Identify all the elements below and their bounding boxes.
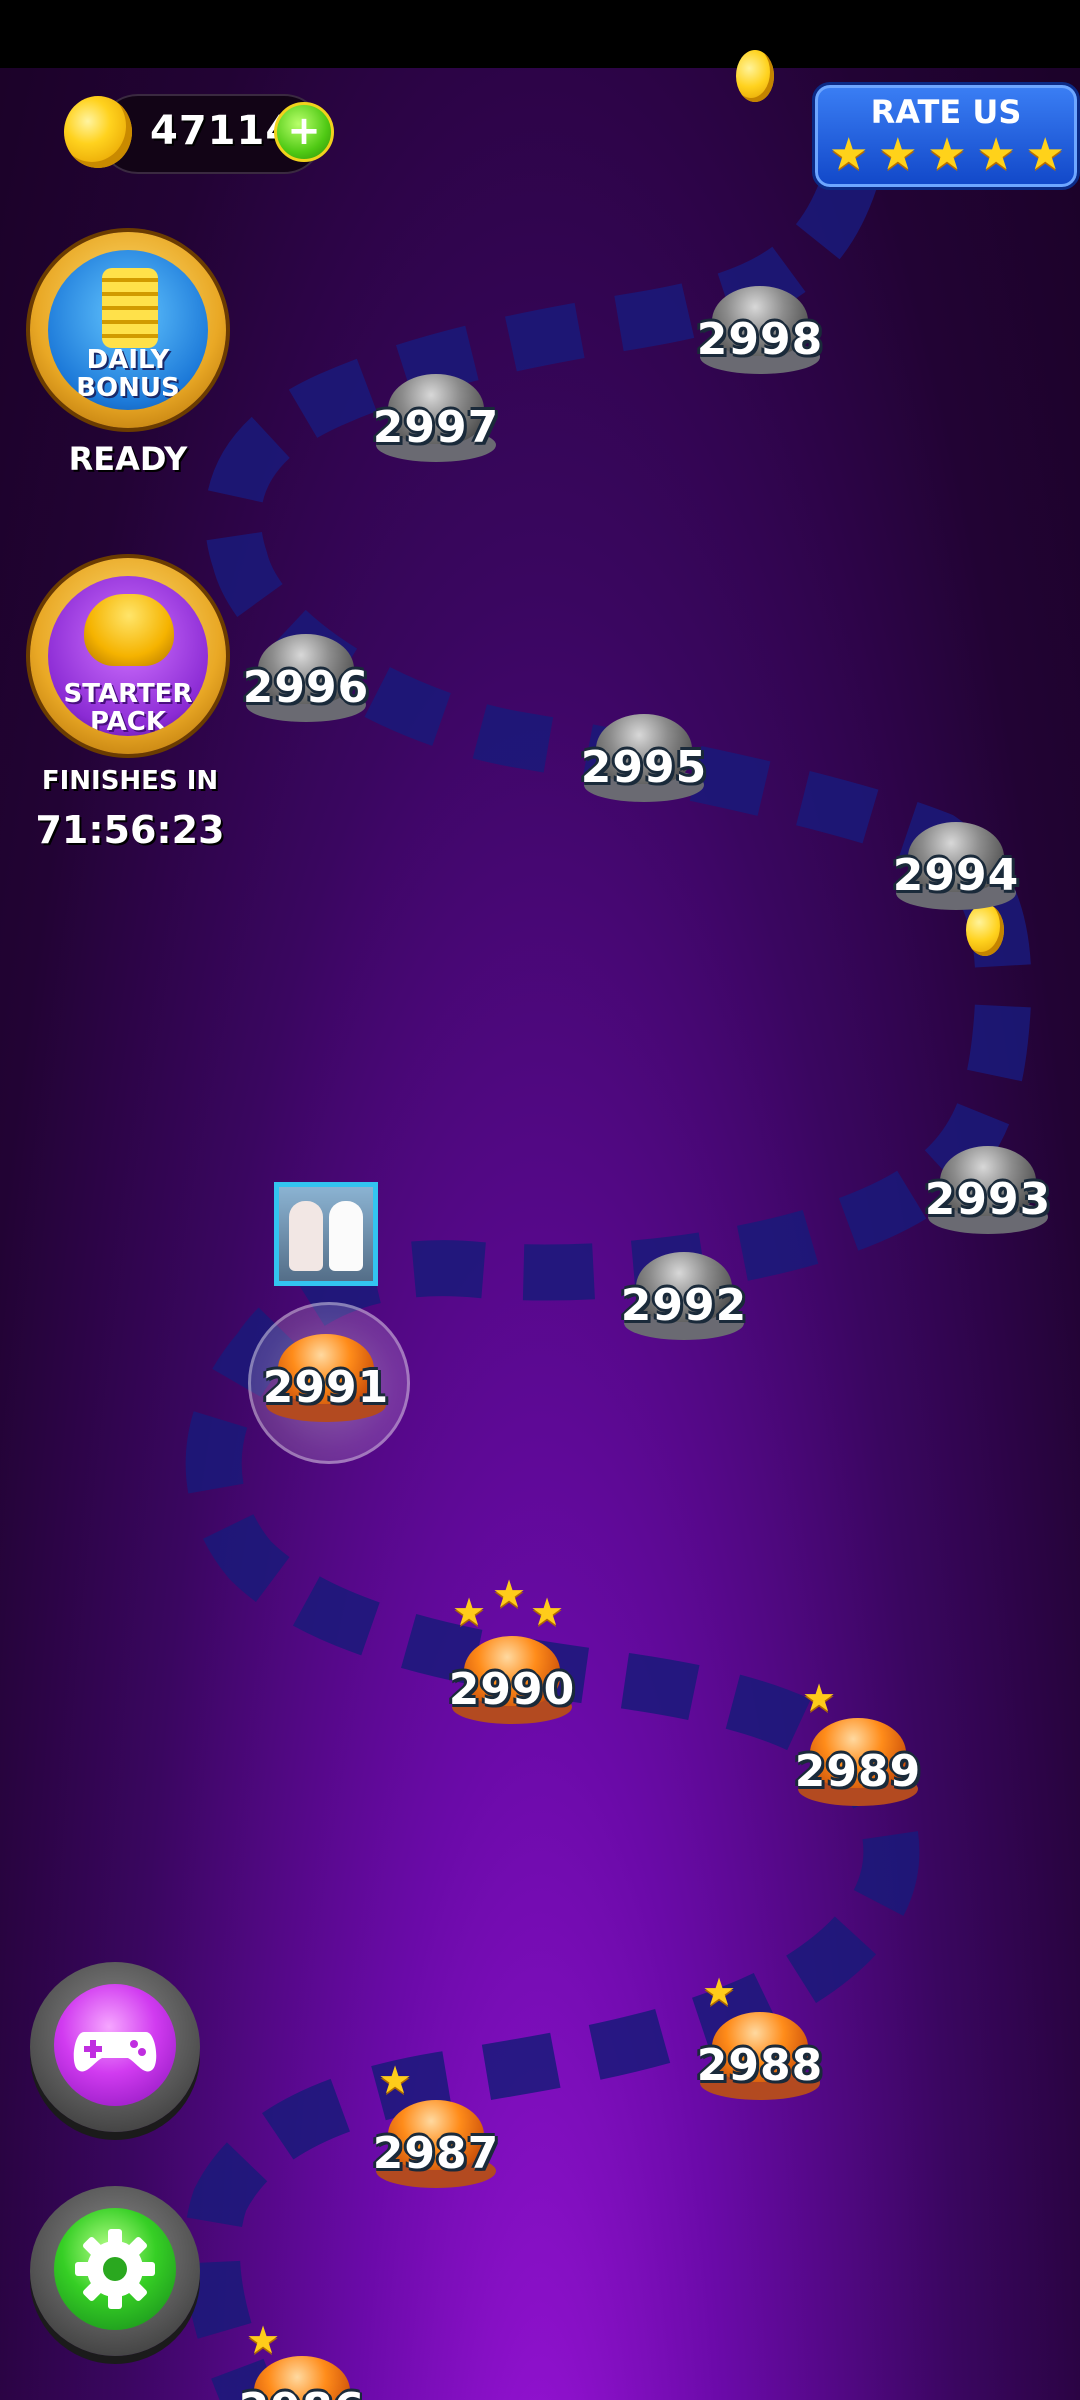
- treasure-sack-icon: [84, 594, 174, 666]
- level-node[interactable]: 2988: [697, 2012, 822, 2102]
- gear-icon: [75, 2229, 155, 2309]
- level-number: 2986: [242, 2384, 362, 2400]
- path-coin-icon: [736, 50, 774, 102]
- level-number: 2988: [696, 2040, 824, 2091]
- star-icon: ★: [492, 1572, 527, 1616]
- level-number: 2991: [262, 1362, 390, 1413]
- star-icon: ★: [802, 1676, 837, 1720]
- level-node[interactable]: 2994: [893, 822, 1018, 912]
- star-icon: ★: [452, 1590, 487, 1634]
- rate-us-label: RATE US: [870, 93, 1022, 131]
- starter-pack-title: STARTER PACK: [63, 679, 193, 736]
- level-number: 2993: [924, 1174, 1052, 1225]
- coin-icon: [64, 96, 132, 168]
- star-icon: ★: [829, 129, 869, 180]
- daily-bonus-title: DAILY BONUS: [76, 345, 180, 403]
- level-number: 2992: [620, 1280, 748, 1331]
- settings-button[interactable]: [30, 2186, 200, 2356]
- level-node[interactable]: 2998: [697, 286, 822, 376]
- level-number: 2990: [448, 1664, 576, 1715]
- level-number: 2995: [580, 742, 708, 793]
- starter-pack-timer: 71:56:23: [35, 808, 225, 852]
- level-node-current[interactable]: 2991: [263, 1334, 388, 1424]
- star-icon: ★: [702, 1970, 737, 2014]
- level-node[interactable]: 2997: [373, 374, 498, 464]
- level-node[interactable]: 2995: [581, 714, 706, 804]
- level-number: 2987: [372, 2128, 500, 2179]
- coin-count: 47114: [150, 108, 295, 154]
- avatar-figure: [329, 1201, 363, 1271]
- starter-pack-caption: FINISHES IN: [41, 766, 219, 796]
- star-icon: ★: [976, 129, 1016, 180]
- games-button[interactable]: [30, 1962, 200, 2132]
- daily-bonus-status: READY: [68, 440, 188, 478]
- rating-stars: ★ ★ ★ ★ ★: [829, 133, 1065, 177]
- level-number: 2996: [242, 662, 370, 713]
- star-icon: ★: [927, 129, 967, 180]
- level-number: 2994: [892, 850, 1020, 901]
- level-number: 2997: [372, 402, 500, 453]
- gamepad-icon: [73, 2032, 157, 2072]
- star-icon: ★: [378, 2058, 413, 2102]
- star-icon: ★: [878, 129, 918, 180]
- starter-pack-art: STARTER PACK: [48, 576, 208, 736]
- rate-us-button[interactable]: RATE US ★ ★ ★ ★ ★: [812, 82, 1080, 190]
- daily-bonus-art: DAILY BONUS: [48, 250, 208, 410]
- star-icon: ★: [530, 1590, 565, 1634]
- avatar-figure: [289, 1201, 323, 1271]
- add-coins-button[interactable]: +: [274, 102, 334, 162]
- level-node[interactable]: 2987: [373, 2100, 498, 2190]
- starter-pack-button[interactable]: STARTER PACK: [30, 558, 226, 754]
- level-node[interactable]: 2986: [242, 2356, 362, 2400]
- coin-stack-icon: [102, 268, 158, 348]
- level-node[interactable]: 2989: [795, 1718, 920, 1808]
- player-avatar[interactable]: [274, 1182, 378, 1286]
- level-number: 2989: [794, 1746, 922, 1797]
- star-icon: ★: [1025, 129, 1065, 180]
- level-node[interactable]: 2996: [243, 634, 368, 724]
- daily-bonus-button[interactable]: DAILY BONUS: [30, 232, 226, 428]
- level-node[interactable]: 2990: [449, 1636, 574, 1726]
- level-number: 2998: [696, 314, 824, 365]
- level-node[interactable]: 2993: [925, 1146, 1050, 1236]
- level-node[interactable]: 2992: [621, 1252, 746, 1342]
